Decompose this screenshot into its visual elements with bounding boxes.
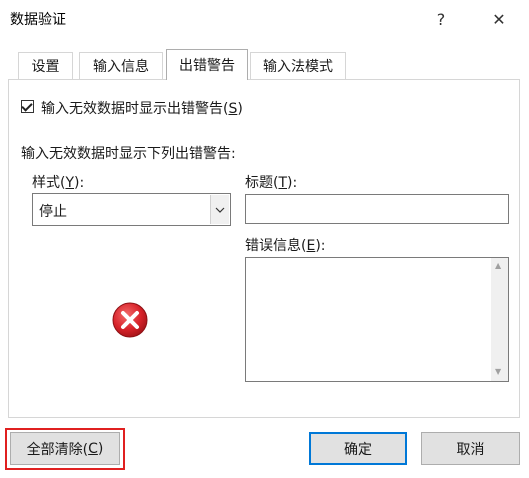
cancel-button[interactable]: 取消 (421, 432, 520, 465)
clear-all-highlight-box (5, 428, 125, 470)
tab-ime-mode[interactable]: 输入法模式 (250, 52, 346, 79)
show-error-checkbox[interactable] (21, 100, 34, 113)
title-label: 标题(T): (245, 175, 298, 191)
scroll-up-icon[interactable]: ▲ (495, 261, 501, 270)
chevron-down-icon (215, 207, 225, 213)
title-input[interactable] (245, 194, 509, 224)
close-button[interactable]: ✕ (486, 6, 512, 32)
style-label: 样式(Y): (32, 175, 85, 191)
vertical-scrollbar[interactable]: ▲ ▼ (491, 258, 508, 381)
style-select[interactable]: 停止 (32, 193, 231, 226)
section-heading: 输入无效数据时显示下列出错警告: (21, 146, 236, 162)
checkmark-icon (21, 100, 33, 112)
help-button[interactable]: ? (428, 6, 454, 32)
dialog-title-bar[interactable]: 数据验证 ? ✕ (0, 0, 529, 38)
style-select-value: 停止 (39, 204, 67, 220)
show-error-checkbox-label[interactable]: 输入无效数据时显示出错警告(S) (41, 98, 243, 118)
dialog-title: 数据验证 (10, 12, 66, 28)
dropdown-button[interactable] (210, 195, 229, 224)
error-message-textarea[interactable]: ▲ ▼ (245, 257, 509, 382)
scroll-down-icon[interactable]: ▼ (495, 367, 501, 376)
tab-error-alert[interactable]: 出错警告 (166, 49, 248, 80)
error-stop-icon (112, 302, 148, 338)
tab-input-message[interactable]: 输入信息 (79, 52, 163, 79)
error-message-label: 错误信息(E): (245, 238, 326, 254)
ok-button[interactable]: 确定 (309, 432, 407, 465)
tab-settings[interactable]: 设置 (18, 52, 73, 79)
